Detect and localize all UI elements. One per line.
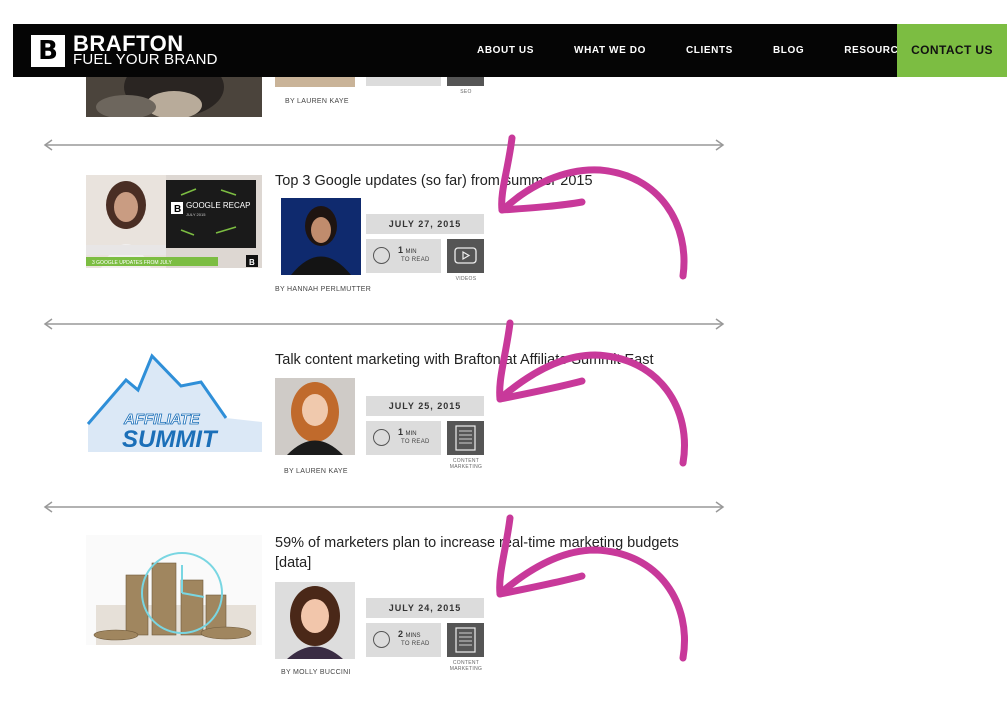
post-title-link[interactable]: 59% of marketers plan to increase real-t… <box>275 533 705 573</box>
top-navigation-bar: B BRAFTON FUEL YOUR BRAND ABOUT US WHAT … <box>13 24 1007 77</box>
post-author: BY MOLLY BUCCINI <box>281 669 351 676</box>
affiliate-summit-logo: AFFILIATE SUMMIT <box>86 352 262 452</box>
category-icon-box[interactable] <box>447 239 484 273</box>
post-thumbnail[interactable]: AFFILIATE SUMMIT <box>86 352 262 452</box>
category-label: CONTENT MARKETING <box>449 458 483 470</box>
read-time-value: 1 MIN <box>398 245 417 255</box>
post-author: BY LAUREN KAYE <box>284 468 348 475</box>
category-label: VIDEOS <box>455 276 477 282</box>
document-icon <box>455 627 476 653</box>
category-icon-box[interactable] <box>447 623 484 657</box>
author-photo <box>281 198 361 275</box>
read-time-box: 1 MIN TO READ <box>366 239 441 273</box>
nav-item-clients[interactable]: CLIENTS <box>666 24 753 77</box>
read-time-box: 1 MIN TO READ <box>366 421 441 455</box>
svg-text:3 GOOGLE UPDATES FROM JULY: 3 GOOGLE UPDATES FROM JULY <box>92 260 172 266</box>
post-title-link[interactable]: Top 3 Google updates (so far) from summe… <box>275 171 705 191</box>
logo-tagline: FUEL YOUR BRAND <box>73 51 218 68</box>
post-date: JULY 27, 2015 <box>366 214 484 234</box>
svg-text:SUMMIT: SUMMIT <box>122 426 219 452</box>
video-thumbnail-image: B GOOGLE RECAP JULY 2015 3 GOOGLE UPDATE… <box>86 175 262 268</box>
animal-photo <box>86 77 262 117</box>
svg-text:JULY 2015: JULY 2015 <box>186 212 206 217</box>
read-time-box <box>366 77 441 86</box>
post-title-link[interactable]: Talk content marketing with Brafton at A… <box>275 350 705 370</box>
category-icon-box[interactable] <box>447 421 484 455</box>
category-icon-box[interactable] <box>447 77 484 86</box>
read-time-label: TO READ <box>401 257 430 263</box>
svg-text:B: B <box>249 258 255 267</box>
nav-item-what-we-do[interactable]: WHAT WE DO <box>554 24 666 77</box>
post-author: BY HANNAH PERLMUTTER <box>275 286 372 293</box>
svg-text:B: B <box>174 204 181 215</box>
double-arrow-icon <box>43 139 725 151</box>
category-label: CONTENT MARKETING <box>449 660 483 672</box>
thumb-title: GOOGLE RECAP <box>186 201 250 210</box>
curved-arrow-annotation <box>496 319 688 467</box>
read-time-box: 2 MINS TO READ <box>366 623 441 657</box>
clock-icon <box>373 247 390 264</box>
logo-mark: B <box>31 35 65 67</box>
document-icon <box>455 425 476 451</box>
author-photo <box>275 77 355 87</box>
read-time-label: TO READ <box>401 641 430 647</box>
read-time-label: TO READ <box>401 439 430 445</box>
author-photo <box>275 378 355 455</box>
double-arrow-icon <box>43 318 725 330</box>
post-thumbnail[interactable] <box>86 535 262 645</box>
clock-icon <box>373 631 390 648</box>
nav-item-blog[interactable]: BLOG <box>753 24 824 77</box>
coins-clock-image <box>86 535 262 645</box>
contact-us-button[interactable]: CONTACT US <box>897 24 1007 77</box>
read-time-value: 1 MIN <box>398 427 417 437</box>
post-thumbnail[interactable]: B GOOGLE RECAP JULY 2015 3 GOOGLE UPDATE… <box>86 175 262 268</box>
post-author: BY LAUREN KAYE <box>285 98 349 105</box>
category-label: SEO <box>460 89 472 95</box>
double-arrow-icon <box>43 501 725 513</box>
nav-item-about-us[interactable]: ABOUT US <box>457 24 554 77</box>
post-date: JULY 25, 2015 <box>366 396 484 416</box>
post-thumbnail[interactable] <box>86 77 262 117</box>
read-time-value: 2 MINS <box>398 629 421 639</box>
clock-icon <box>373 429 390 446</box>
author-photo <box>275 582 355 659</box>
nav-menu: ABOUT US WHAT WE DO CLIENTS BLOG RESOURC… <box>457 24 933 77</box>
curved-arrow-annotation <box>498 134 688 280</box>
play-icon <box>454 247 477 264</box>
post-date: JULY 24, 2015 <box>366 598 484 618</box>
